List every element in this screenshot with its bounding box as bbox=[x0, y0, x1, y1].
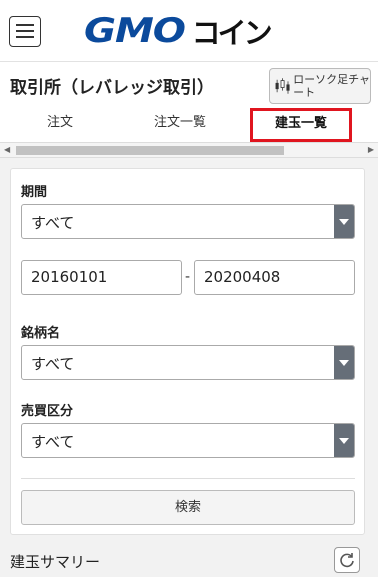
search-button[interactable]: 検索 bbox=[21, 490, 355, 525]
logo-gmo-text: GMO bbox=[84, 11, 186, 51]
candlestick-chart-label: ローソク足チャート bbox=[293, 73, 370, 99]
symbol-label: 銘柄名 bbox=[21, 326, 61, 341]
page-title: 取引所（レバレッジ取引） bbox=[10, 78, 214, 98]
date-range-separator: - bbox=[185, 269, 191, 285]
date-from-input[interactable]: 20160101 bbox=[21, 260, 182, 295]
title-row: 取引所（レバレッジ取引） ローソク足チャート bbox=[0, 62, 378, 108]
chevron-down-icon bbox=[334, 346, 354, 379]
chevron-down-icon bbox=[334, 424, 354, 457]
candlestick-chart-button[interactable]: ローソク足チャート bbox=[269, 68, 371, 104]
date-to-input[interactable]: 20200408 bbox=[194, 260, 355, 295]
period-select-value: すべて bbox=[31, 214, 75, 232]
symbol-select[interactable]: すべて bbox=[21, 345, 355, 380]
hamburger-menu-icon[interactable] bbox=[9, 16, 41, 47]
logo-coin-text: コイン bbox=[191, 16, 273, 50]
period-label: 期間 bbox=[21, 185, 48, 200]
gmo-coin-logo[interactable]: GMO コイン bbox=[84, 11, 273, 51]
scrollbar-thumb[interactable] bbox=[16, 146, 284, 155]
position-summary-title: 建玉サマリー bbox=[10, 553, 101, 571]
date-from-value: 20160101 bbox=[31, 268, 108, 286]
position-summary-section: 建玉サマリー bbox=[0, 545, 378, 577]
tab-order-list[interactable]: 注文一覧 bbox=[138, 108, 222, 142]
refresh-icon bbox=[340, 553, 354, 568]
divider bbox=[21, 478, 355, 479]
symbol-select-value: すべて bbox=[31, 355, 75, 373]
chevron-down-icon bbox=[334, 205, 354, 238]
refresh-button[interactable] bbox=[334, 547, 360, 573]
tab-order[interactable]: 注文 bbox=[22, 108, 98, 142]
side-label: 売買区分 bbox=[21, 404, 74, 419]
scroll-left-arrow-icon[interactable]: ◀ bbox=[4, 145, 10, 154]
side-select[interactable]: すべて bbox=[21, 423, 355, 458]
app-header: GMO コイン bbox=[0, 0, 378, 62]
tab-position-list[interactable]: 建玉一覧 bbox=[250, 108, 352, 142]
period-select[interactable]: すべて bbox=[21, 204, 355, 239]
date-to-value: 20200408 bbox=[204, 268, 281, 286]
scroll-right-arrow-icon[interactable]: ▶ bbox=[368, 145, 374, 154]
horizontal-scrollbar[interactable]: ◀ ▶ bbox=[0, 142, 378, 158]
tab-bar: 注文 注文一覧 建玉一覧 bbox=[0, 108, 378, 142]
side-select-value: すべて bbox=[31, 433, 75, 451]
candlestick-chart-icon bbox=[275, 78, 290, 94]
filter-card: 期間 すべて 20160101 - 20200408 銘柄名 すべて 売買区分 … bbox=[10, 168, 365, 535]
